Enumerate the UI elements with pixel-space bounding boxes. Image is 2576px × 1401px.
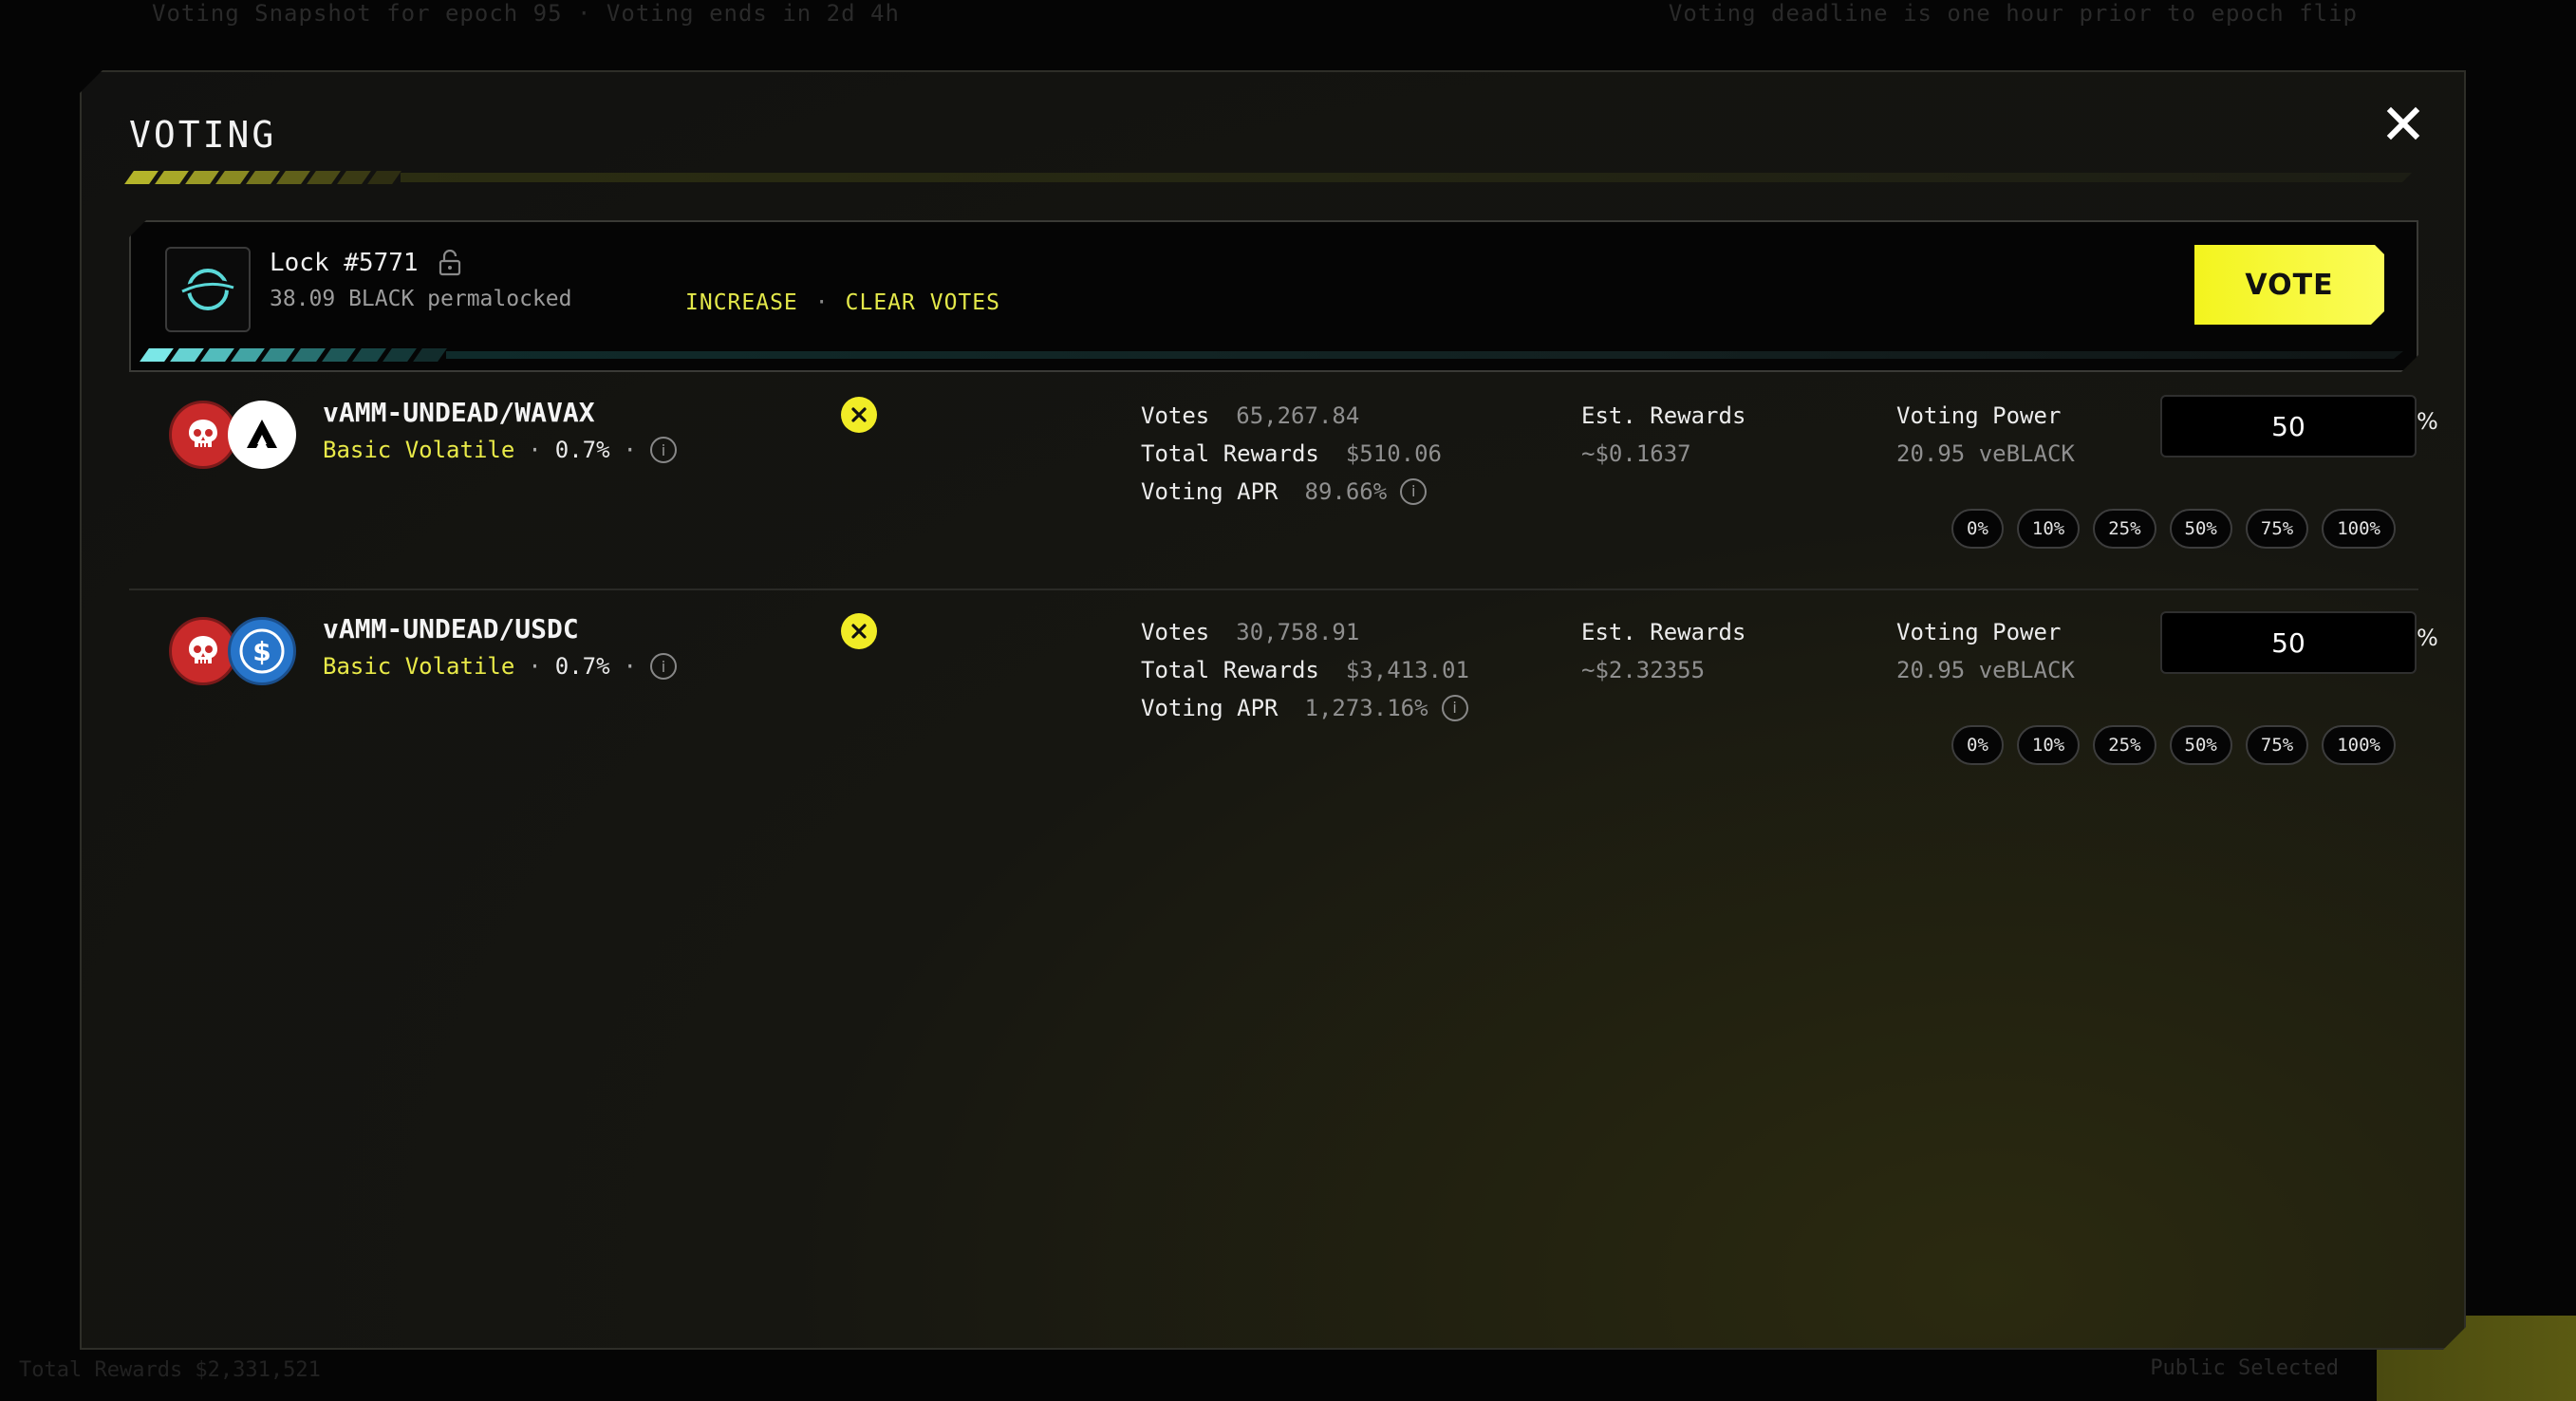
increase-link[interactable]: INCREASE xyxy=(685,290,798,315)
token-pair-icons xyxy=(169,401,302,473)
quick-25-button[interactable]: 25% xyxy=(2093,725,2156,765)
est-rewards-label: Est. Rewards xyxy=(1581,402,1746,429)
voting-modal: VOTING Lock #5771 38.09 BLACK permalocke… xyxy=(80,70,2466,1350)
pool-row: vAMM-UNDEAD/WAVAX Basic Volatile · 0.7% … xyxy=(129,376,2418,590)
pool-type: Basic Volatile xyxy=(323,653,515,680)
title-progress-rule xyxy=(129,171,2412,184)
avax-icon xyxy=(241,414,283,456)
lock-title: Lock #5771 xyxy=(270,249,419,277)
quick-50-button[interactable]: 50% xyxy=(2170,725,2232,765)
est-rewards: Est. Rewards ~$2.32355 xyxy=(1581,613,1745,689)
skull-icon xyxy=(184,416,222,454)
voting-power-value: 20.95 veBLACK xyxy=(1896,657,2075,683)
quick-0-button[interactable]: 0% xyxy=(1951,725,2004,765)
pool-meta: Basic Volatile · 0.7% · i xyxy=(323,653,677,680)
pool-name: vAMM-UNDEAD/WAVAX xyxy=(323,397,595,428)
voting-apr-value: 89.66% xyxy=(1304,478,1388,505)
lock-actions: INCREASE · CLEAR VOTES xyxy=(685,290,1000,315)
quick-10-button[interactable]: 10% xyxy=(2017,725,2080,765)
remove-icon xyxy=(850,406,868,423)
quick-100-button[interactable]: 100% xyxy=(2322,509,2396,549)
quick-10-button[interactable]: 10% xyxy=(2017,509,2080,549)
votes-value: 30,758.91 xyxy=(1236,619,1360,645)
quick-25-button[interactable]: 25% xyxy=(2093,509,2156,549)
usdc-icon: $ xyxy=(235,625,289,678)
vote-percent-input[interactable] xyxy=(2160,611,2417,674)
meta-separator: · xyxy=(528,437,542,463)
quick-75-button[interactable]: 75% xyxy=(2246,509,2308,549)
meta-separator: · xyxy=(623,437,637,463)
info-icon[interactable]: i xyxy=(650,437,677,463)
skull-icon xyxy=(184,632,222,670)
lock-subtitle: 38.09 BLACK permalocked xyxy=(270,287,572,311)
pool-fee: 0.7% xyxy=(554,437,610,463)
voting-power-value: 20.95 veBLACK xyxy=(1896,440,2075,467)
modal-title: VOTING xyxy=(129,114,277,156)
background-deadline-text: Voting deadline is one hour prior to epo… xyxy=(1668,0,2358,27)
quick-100-button[interactable]: 100% xyxy=(2322,725,2396,765)
quick-percent-buttons: 0% 10% 25% 50% 75% 100% xyxy=(1951,509,2396,549)
lock-progress-rule xyxy=(144,349,2403,361)
close-button[interactable] xyxy=(2380,101,2426,146)
votes-label: Votes xyxy=(1141,619,1210,645)
pool-meta: Basic Volatile · 0.7% · i xyxy=(323,437,677,463)
voting-power-label: Voting Power xyxy=(1896,619,2062,645)
svg-text:$: $ xyxy=(252,636,271,667)
est-rewards-label: Est. Rewards xyxy=(1581,619,1746,645)
meta-separator: · xyxy=(623,653,637,680)
votes-label: Votes xyxy=(1141,402,1210,429)
percent-sign: % xyxy=(2417,625,2438,651)
info-icon[interactable]: i xyxy=(650,653,677,680)
info-icon[interactable]: i xyxy=(1442,695,1468,721)
remove-pool-button[interactable] xyxy=(841,397,877,433)
info-icon[interactable]: i xyxy=(1400,478,1427,505)
est-rewards: Est. Rewards ~$0.1637 xyxy=(1581,397,1745,473)
quick-50-button[interactable]: 50% xyxy=(2170,509,2232,549)
lock-title-row: Lock #5771 xyxy=(270,249,462,277)
votes-value: 65,267.84 xyxy=(1236,402,1360,429)
quick-0-button[interactable]: 0% xyxy=(1951,509,2004,549)
clear-votes-link[interactable]: CLEAR VOTES xyxy=(846,290,1000,315)
close-icon xyxy=(2386,106,2420,140)
total-rewards-value: $510.06 xyxy=(1345,440,1442,467)
total-rewards-label: Total Rewards xyxy=(1141,657,1319,683)
total-rewards-label: Total Rewards xyxy=(1141,440,1319,467)
pool-name: vAMM-UNDEAD/USDC xyxy=(323,613,579,644)
lock-panel: Lock #5771 38.09 BLACK permalocked INCRE… xyxy=(129,220,2418,372)
remove-pool-button[interactable] xyxy=(841,613,877,649)
percent-sign: % xyxy=(2417,408,2438,435)
voting-power: Voting Power 20.95 veBLACK xyxy=(1896,613,2075,689)
background-total-rewards: Total Rewards $2,331,521 xyxy=(19,1358,321,1382)
voting-apr-value: 1,273.16% xyxy=(1304,695,1428,721)
remove-icon xyxy=(850,623,868,640)
voting-apr-label: Voting APR xyxy=(1141,478,1279,505)
meta-separator: · xyxy=(528,653,542,680)
black-logo-icon xyxy=(178,260,237,319)
total-rewards-value: $3,413.01 xyxy=(1345,657,1469,683)
pool-fee: 0.7% xyxy=(554,653,610,680)
lock-avatar xyxy=(165,247,251,332)
voting-apr-label: Voting APR xyxy=(1141,695,1279,721)
pool-type: Basic Volatile xyxy=(323,437,515,463)
background-filter-label: Public Selected xyxy=(2150,1356,2339,1380)
voting-power: Voting Power 20.95 veBLACK xyxy=(1896,397,2075,473)
pool-stats: Votes 30,758.91 Total Rewards $3,413.01 Vo… xyxy=(1141,613,1469,727)
wavax-token-icon xyxy=(228,401,296,469)
vote-button[interactable]: VOTE xyxy=(2194,245,2384,325)
vote-percent-input[interactable] xyxy=(2160,395,2417,458)
pool-row: $ vAMM-UNDEAD/USDC Basic Volatile · 0.7%… xyxy=(129,592,2418,807)
est-rewards-value: ~$2.32355 xyxy=(1581,657,1706,683)
quick-percent-buttons: 0% 10% 25% 50% 75% 100% xyxy=(1951,725,2396,765)
lock-open-icon[interactable] xyxy=(438,250,462,276)
pool-stats: Votes 65,267.84 Total Rewards $510.06 Voti… xyxy=(1141,397,1442,511)
background-epoch-text: Voting Snapshot for epoch 95 · Voting en… xyxy=(152,0,900,27)
usdc-token-icon: $ xyxy=(228,617,296,685)
action-separator: · xyxy=(814,290,829,315)
est-rewards-value: ~$0.1637 xyxy=(1581,440,1691,467)
voting-power-label: Voting Power xyxy=(1896,402,2062,429)
quick-75-button[interactable]: 75% xyxy=(2246,725,2308,765)
token-pair-icons: $ xyxy=(169,617,302,689)
